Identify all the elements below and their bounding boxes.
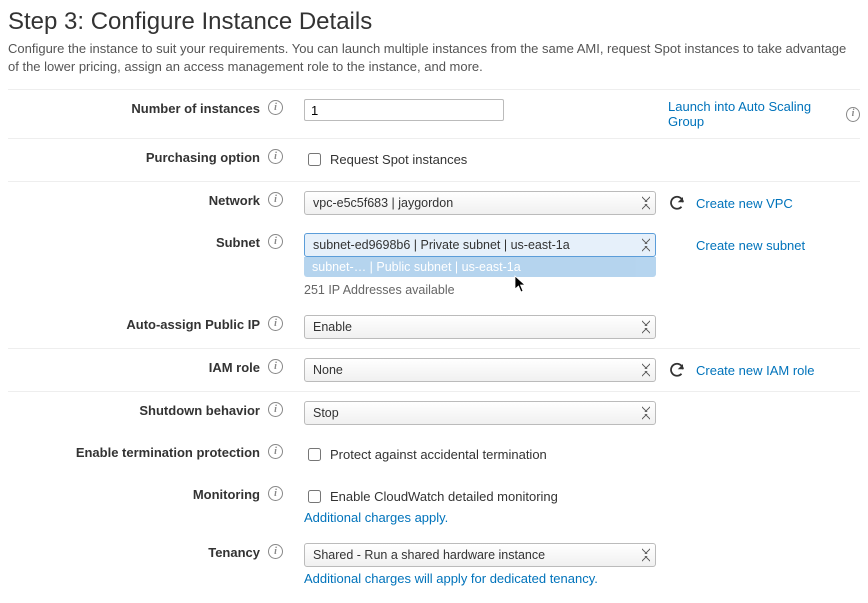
label-termination: Enable termination protection [8, 443, 268, 460]
termination-checkbox[interactable] [308, 448, 321, 461]
tenancy-select[interactable]: Shared - Run a shared hardware instance [304, 543, 656, 567]
label-tenancy: Tenancy [8, 543, 268, 560]
label-monitoring: Monitoring [8, 485, 268, 502]
refresh-icon[interactable] [668, 361, 686, 379]
network-select[interactable]: vpc-e5c5f683 | jaygordon [304, 191, 656, 215]
termination-checkbox-label: Protect against accidental termination [330, 447, 547, 462]
spot-checkbox[interactable] [308, 153, 321, 166]
info-icon[interactable]: i [268, 192, 283, 207]
info-icon[interactable]: i [268, 149, 283, 164]
monitoring-charges-link[interactable]: Additional charges apply. [304, 510, 656, 525]
info-icon[interactable]: i [268, 359, 283, 374]
create-iam-link[interactable]: Create new IAM role [696, 363, 815, 378]
label-purchasing: Purchasing option [8, 148, 268, 165]
label-subnet: Subnet [8, 233, 268, 250]
tenancy-charges-link[interactable]: Additional charges will apply for dedica… [304, 571, 656, 586]
subnet-select[interactable]: subnet-ed9698b6 | Private subnet | us-ea… [304, 233, 656, 257]
info-icon[interactable]: i [268, 444, 283, 459]
label-shutdown: Shutdown behavior [8, 401, 268, 418]
info-icon[interactable]: i [268, 100, 283, 115]
monitoring-checkbox[interactable] [308, 490, 321, 503]
create-subnet-link[interactable]: Create new subnet [696, 238, 805, 253]
refresh-icon[interactable] [668, 194, 686, 212]
iam-select[interactable]: None [304, 358, 656, 382]
info-icon[interactable]: i [846, 107, 860, 122]
info-icon[interactable]: i [268, 544, 283, 559]
page-subtitle: Configure the instance to suit your requ… [8, 40, 860, 75]
shutdown-select[interactable]: Stop [304, 401, 656, 425]
spot-checkbox-label: Request Spot instances [330, 152, 467, 167]
label-network: Network [8, 191, 268, 208]
label-iam: IAM role [8, 358, 268, 375]
page-title: Step 3: Configure Instance Details [8, 8, 860, 36]
label-public-ip: Auto-assign Public IP [8, 315, 268, 332]
info-icon[interactable]: i [268, 316, 283, 331]
subnet-dropdown-option[interactable]: subnet-… | Public subnet | us-east-1a [304, 257, 656, 277]
cursor-icon [514, 275, 528, 297]
info-icon[interactable]: i [268, 402, 283, 417]
instances-input[interactable] [304, 99, 504, 121]
subnet-ip-help: 251 IP Addresses available [304, 283, 455, 297]
label-instances: Number of instances [8, 99, 268, 116]
monitoring-checkbox-label: Enable CloudWatch detailed monitoring [330, 489, 558, 504]
create-vpc-link[interactable]: Create new VPC [696, 196, 793, 211]
info-icon[interactable]: i [268, 234, 283, 249]
public-ip-select[interactable]: Enable [304, 315, 656, 339]
info-icon[interactable]: i [268, 486, 283, 501]
launch-asg-link[interactable]: Launch into Auto Scaling Group [668, 99, 836, 129]
